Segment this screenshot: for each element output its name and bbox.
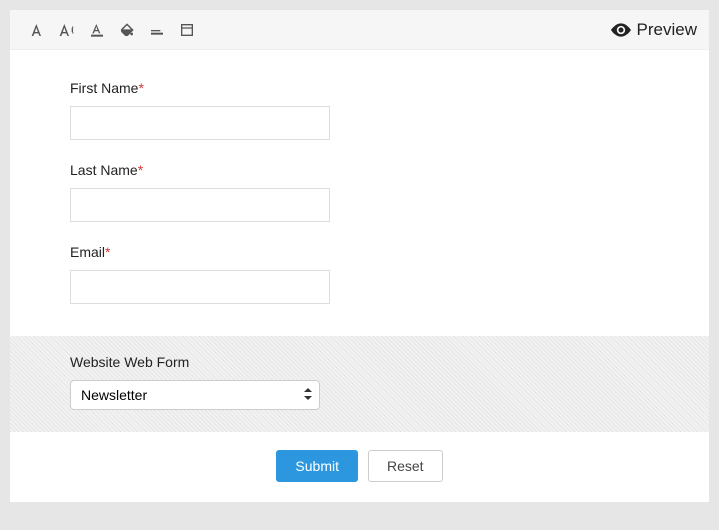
- first-name-label: First Name*: [70, 80, 649, 96]
- label-text: Email: [70, 244, 105, 260]
- field-last-name: Last Name*: [70, 162, 649, 222]
- label-text: Last Name: [70, 162, 138, 178]
- layout-icon[interactable]: [172, 15, 202, 45]
- email-input[interactable]: [70, 270, 330, 304]
- form-area: First Name* Last Name* Email*: [10, 50, 709, 336]
- field-website-form-highlighted: Website Web Form Newsletter: [10, 336, 709, 432]
- border-icon[interactable]: [142, 15, 172, 45]
- website-form-select[interactable]: Newsletter: [70, 380, 320, 410]
- required-mark: *: [138, 80, 143, 96]
- toolbar: Preview: [10, 10, 709, 50]
- label-text: First Name: [70, 80, 138, 96]
- website-form-label: Website Web Form: [70, 354, 649, 370]
- last-name-label: Last Name*: [70, 162, 649, 178]
- preview-label: Preview: [637, 20, 697, 40]
- font-color-icon[interactable]: [82, 15, 112, 45]
- field-email: Email*: [70, 244, 649, 304]
- reset-button[interactable]: Reset: [368, 450, 443, 482]
- last-name-input[interactable]: [70, 188, 330, 222]
- form-actions: Submit Reset: [10, 432, 709, 502]
- website-form-select-wrap: Newsletter: [70, 380, 320, 410]
- fill-color-icon[interactable]: [112, 15, 142, 45]
- required-mark: *: [138, 162, 143, 178]
- first-name-input[interactable]: [70, 106, 330, 140]
- font-family-icon[interactable]: [22, 15, 52, 45]
- email-label: Email*: [70, 244, 649, 260]
- eye-icon: [611, 23, 631, 37]
- preview-button[interactable]: Preview: [611, 20, 697, 40]
- required-mark: *: [105, 244, 110, 260]
- form-builder-panel: Preview First Name* Last Name* Email* We…: [10, 10, 709, 502]
- submit-button[interactable]: Submit: [276, 450, 358, 482]
- font-size-icon[interactable]: [52, 15, 82, 45]
- field-first-name: First Name*: [70, 80, 649, 140]
